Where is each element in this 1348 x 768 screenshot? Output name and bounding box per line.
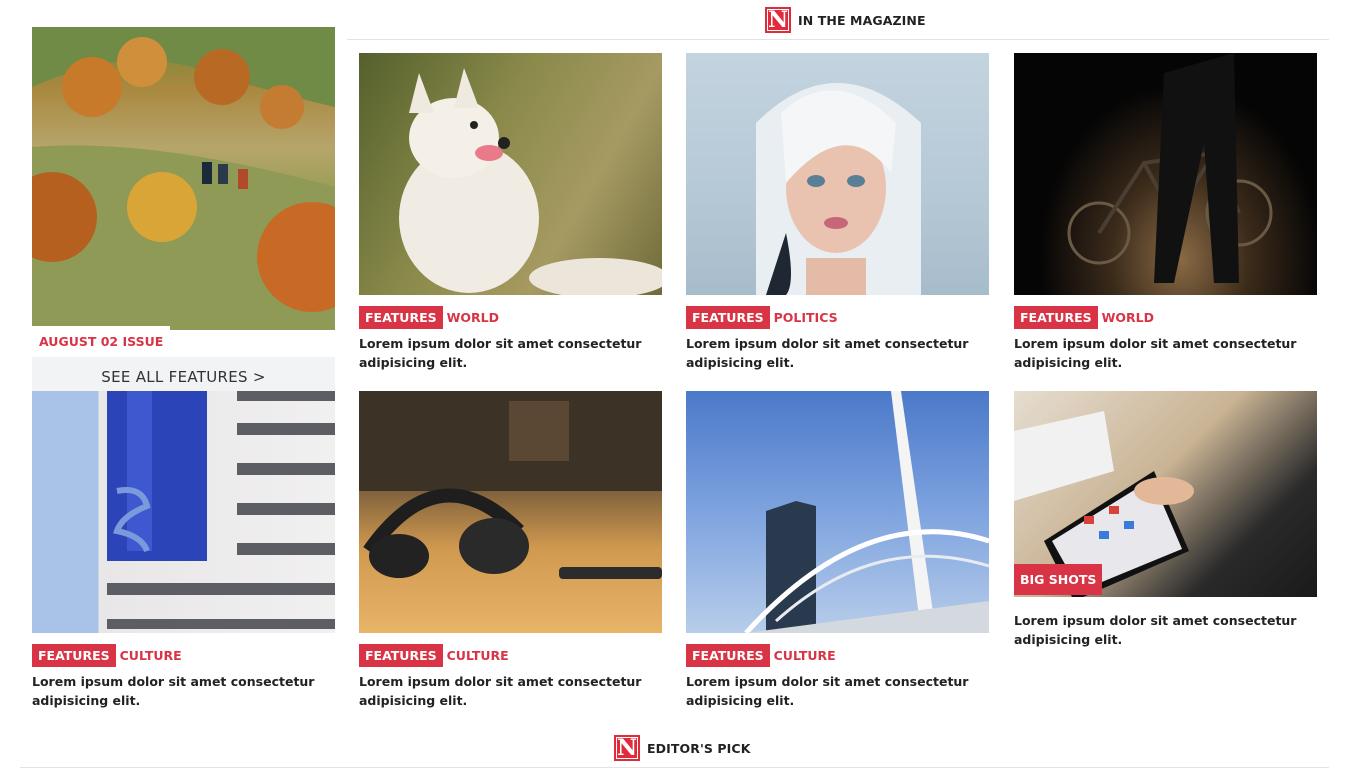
article-image[interactable]: [1014, 53, 1317, 295]
category-link[interactable]: WORLD: [447, 310, 499, 325]
section-title: IN THE MAGAZINE: [798, 12, 926, 28]
card-tags: FEATURES WORLD: [359, 306, 662, 329]
section-divider: [347, 39, 1329, 40]
tag-badge[interactable]: FEATURES: [686, 306, 770, 329]
n-logo-icon: N: [765, 7, 791, 33]
article-card[interactable]: FEATURES POLITICS Lorem ipsum dolor sit …: [686, 53, 989, 372]
article-card[interactable]: FEATURES WORLD Lorem ipsum dolor sit ame…: [359, 53, 662, 372]
article-card[interactable]: FEATURES CULTURE Lorem ipsum dolor sit a…: [686, 391, 989, 710]
article-excerpt[interactable]: Lorem ipsum dolor sit amet consectetur a…: [686, 672, 989, 710]
article-image[interactable]: [32, 391, 335, 633]
article-excerpt[interactable]: Lorem ipsum dolor sit amet consectetur a…: [359, 672, 662, 710]
card-tags: FEATURES CULTURE: [32, 644, 335, 667]
article-card[interactable]: FEATURES CULTURE Lorem ipsum dolor sit a…: [32, 391, 335, 710]
article-excerpt[interactable]: Lorem ipsum dolor sit amet consectetur a…: [1014, 334, 1317, 372]
tag-badge[interactable]: BIG SHOTS: [1014, 564, 1103, 595]
article-card[interactable]: BIG SHOTS Lorem ipsum dolor sit amet con…: [1014, 391, 1317, 649]
tag-badge[interactable]: FEATURES: [32, 644, 116, 667]
editors-pick-section-header: N EDITOR'S PICK: [614, 735, 751, 761]
headphones-image: [359, 391, 662, 579]
featured-issue[interactable]: AUGUST 02 ISSUE SEE ALL FEATURES >: [32, 27, 335, 396]
category-link[interactable]: POLITICS: [774, 310, 838, 325]
bicycle-silhouette-image: [1067, 53, 1273, 283]
article-image[interactable]: BIG SHOTS: [1014, 391, 1317, 597]
tag-badge[interactable]: FEATURES: [1014, 306, 1098, 329]
card-tags: FEATURES POLITICS: [686, 306, 989, 329]
category-link[interactable]: CULTURE: [120, 648, 182, 663]
card-tags: FEATURES CULTURE: [359, 644, 662, 667]
tag-badge[interactable]: FEATURES: [359, 306, 443, 329]
feature-image[interactable]: [32, 27, 335, 330]
category-link[interactable]: WORLD: [1102, 310, 1154, 325]
article-excerpt[interactable]: Lorem ipsum dolor sit amet consectetur a…: [686, 334, 989, 372]
category-link[interactable]: CULTURE: [774, 648, 836, 663]
magazine-section-header: N IN THE MAGAZINE: [765, 7, 926, 33]
issue-label: AUGUST 02 ISSUE: [32, 326, 171, 357]
tag-badge[interactable]: FEATURES: [359, 644, 443, 667]
portrait-image: [756, 83, 921, 295]
building-image: [107, 391, 335, 629]
hiking-scene-image: [32, 27, 335, 330]
tag-badge[interactable]: FEATURES: [686, 644, 770, 667]
section-title: EDITOR'S PICK: [647, 740, 751, 756]
article-image[interactable]: [359, 391, 662, 633]
n-logo-icon: N: [614, 735, 640, 761]
card-tags: FEATURES CULTURE: [686, 644, 989, 667]
article-card[interactable]: FEATURES CULTURE Lorem ipsum dolor sit a…: [359, 391, 662, 710]
article-image[interactable]: [686, 391, 989, 633]
article-card[interactable]: FEATURES WORLD Lorem ipsum dolor sit ame…: [1014, 53, 1317, 372]
white-dog-image: [399, 68, 662, 295]
category-link[interactable]: CULTURE: [447, 648, 509, 663]
article-excerpt[interactable]: Lorem ipsum dolor sit amet consectetur a…: [1014, 611, 1317, 649]
article-excerpt[interactable]: Lorem ipsum dolor sit amet consectetur a…: [359, 334, 662, 372]
card-tags: BIG SHOTS: [1014, 564, 1103, 595]
article-excerpt[interactable]: Lorem ipsum dolor sit amet consectetur a…: [32, 672, 335, 710]
article-image[interactable]: [686, 53, 989, 295]
article-image[interactable]: [359, 53, 662, 295]
card-tags: FEATURES WORLD: [1014, 306, 1317, 329]
bridge-image: [744, 391, 989, 633]
